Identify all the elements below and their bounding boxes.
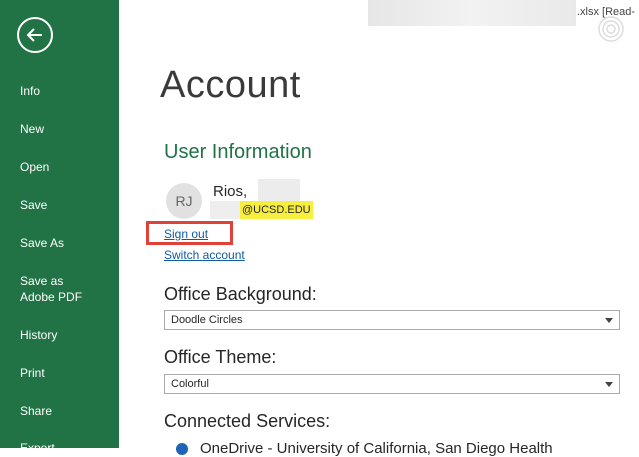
sidebar-item-print[interactable]: Print: [0, 365, 119, 381]
sidebar-item-save-as[interactable]: Save As: [0, 235, 119, 251]
sign-out-link[interactable]: Sign out: [164, 227, 208, 241]
office-theme-select[interactable]: Colorful: [164, 374, 620, 394]
sidebar-item-save-as-adobe-pdf[interactable]: Save as Adobe PDF: [0, 273, 110, 305]
user-name: Rios,: [213, 183, 248, 200]
sidebar-item-save[interactable]: Save: [0, 197, 119, 213]
user-email: @UCSD.EDU: [240, 201, 313, 219]
chevron-down-icon: [605, 318, 613, 323]
name-redacted: [258, 179, 300, 201]
avatar-initials: RJ: [175, 193, 193, 209]
office-theme-value: Colorful: [171, 378, 209, 390]
switch-account-link[interactable]: Switch account: [164, 248, 245, 262]
backstage-sidebar: Info New Open Save Save As Save as Adobe…: [0, 0, 119, 455]
email-redacted: [210, 201, 240, 219]
doodle-circles-icon: [598, 16, 624, 42]
office-theme-label: Office Theme:: [164, 347, 277, 367]
back-arrow-icon: [26, 28, 42, 42]
connected-service-item: OneDrive - University of California, San…: [200, 440, 553, 457]
sidebar-item-history[interactable]: History: [0, 327, 119, 343]
page-title: Account: [160, 64, 301, 106]
back-button[interactable]: [17, 17, 53, 53]
office-background-select[interactable]: Doodle Circles: [164, 310, 620, 330]
title-filename-redacted: [368, 0, 576, 26]
office-background-label: Office Background:: [164, 284, 317, 304]
chevron-down-icon: [605, 382, 613, 387]
sidebar-item-open[interactable]: Open: [0, 159, 119, 175]
avatar: RJ: [166, 183, 202, 219]
sidebar-item-new[interactable]: New: [0, 121, 119, 137]
sidebar-item-export[interactable]: Export: [0, 440, 119, 456]
sidebar-item-share[interactable]: Share: [0, 403, 119, 419]
connected-services-label: Connected Services:: [164, 411, 331, 431]
user-information-heading: User Information: [164, 141, 312, 163]
office-background-value: Doodle Circles: [171, 314, 243, 326]
sidebar-item-info[interactable]: Info: [0, 83, 119, 99]
onedrive-icon: [176, 443, 188, 455]
